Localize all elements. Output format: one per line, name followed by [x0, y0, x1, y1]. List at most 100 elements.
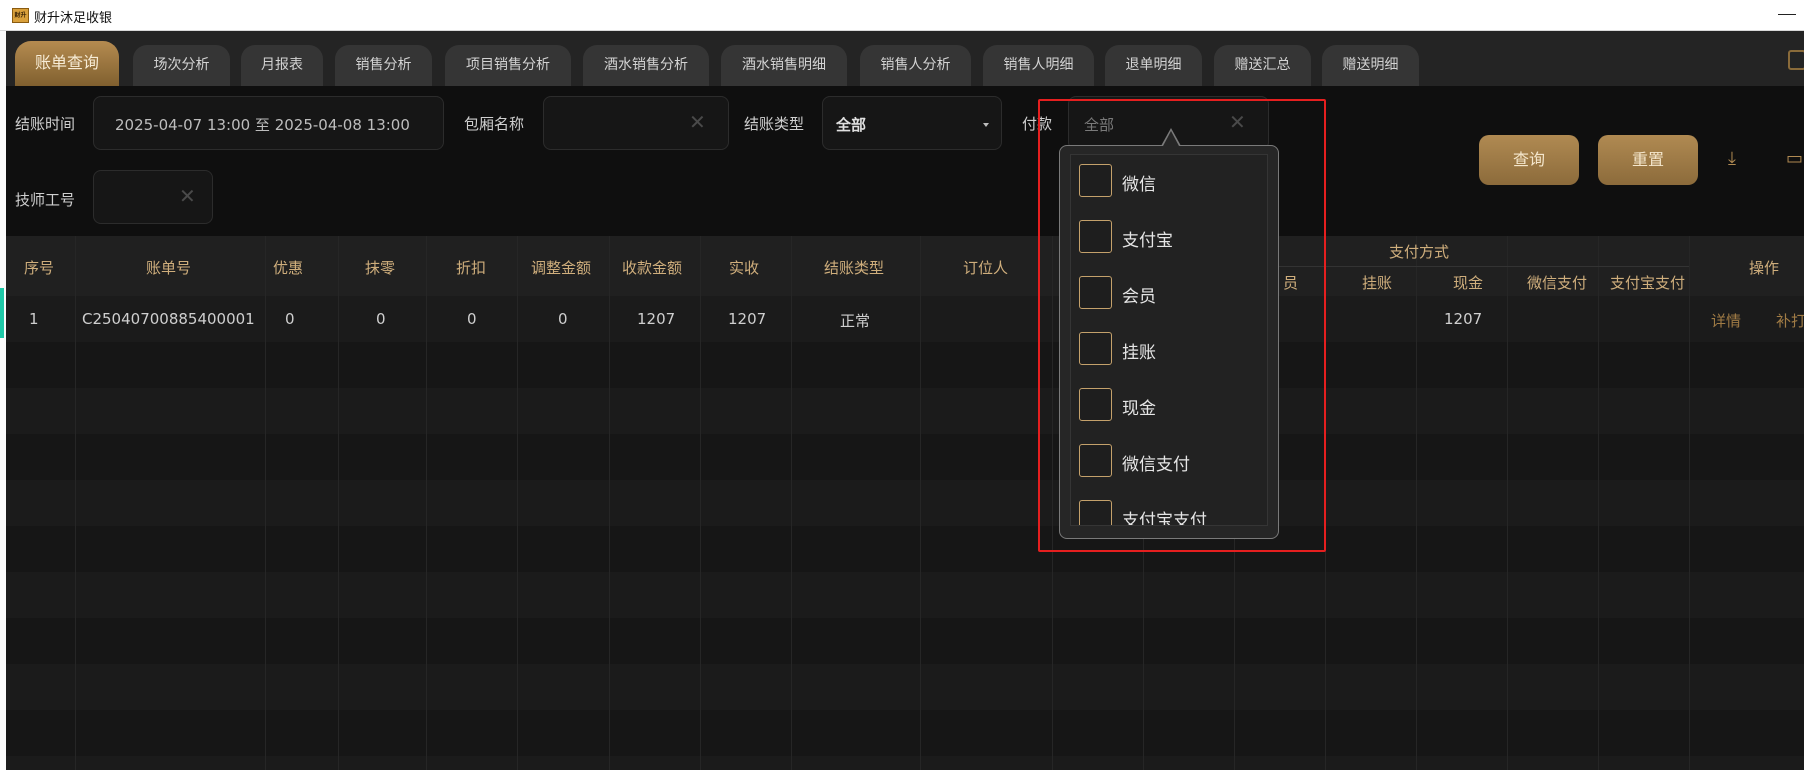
- header-credit: 挂账: [1362, 274, 1393, 292]
- room-name-label: 包厢名称: [464, 115, 525, 133]
- header-bill-no: 账单号: [146, 259, 192, 277]
- column-divider: [700, 236, 701, 770]
- table-row-empty: [6, 388, 1804, 434]
- checkout-time-range-value: 2025-04-07 13:00 至 2025-04-08 13:00: [115, 116, 410, 134]
- column-divider: [1689, 236, 1690, 770]
- clear-icon[interactable]: ✕: [179, 184, 196, 208]
- option-label: 支付宝: [1122, 231, 1173, 251]
- column-divider: [265, 236, 266, 770]
- tab-refund-detail[interactable]: 退单明细: [1105, 45, 1202, 86]
- column-divider: [791, 236, 792, 770]
- cell-discount-offer: 0: [285, 310, 295, 328]
- download-icon[interactable]: ⤓: [1728, 148, 1736, 169]
- column-divider: [75, 236, 76, 770]
- reprint-link[interactable]: 补打: [1776, 310, 1804, 331]
- checkbox[interactable]: [1079, 500, 1112, 525]
- tab-bill-query[interactable]: 账单查询: [15, 41, 119, 86]
- window-title: 财升沐足收银: [34, 11, 113, 26]
- checkbox[interactable]: [1079, 332, 1112, 365]
- header-wechat-pay: 微信支付: [1527, 274, 1588, 292]
- checkbox[interactable]: [1079, 164, 1112, 197]
- bill-table: 1 C25040700885400001 0 0 0 0 1207 1207 正…: [6, 236, 1804, 770]
- payment-option-list[interactable]: 微信 支付宝 会员 挂账 现金 微信支付 支付宝支付: [1070, 154, 1268, 526]
- calendar-icon[interactable]: [1788, 50, 1804, 70]
- cell-actual: 1207: [728, 310, 767, 328]
- payment-option-member[interactable]: 会员: [1079, 274, 1259, 310]
- checkout-type-label: 结账类型: [744, 115, 805, 133]
- header-actions: 操作: [1749, 259, 1780, 277]
- tab-seller-detail[interactable]: 销售人明细: [983, 45, 1094, 86]
- tab-session-analysis[interactable]: 场次分析: [133, 45, 230, 86]
- payment-dropdown: 微信 支付宝 会员 挂账 现金 微信支付 支付宝支付: [1059, 145, 1279, 539]
- print-icon[interactable]: ▭: [1786, 148, 1803, 169]
- option-label: 挂账: [1122, 343, 1156, 363]
- tab-drink-sales-analysis[interactable]: 酒水销售分析: [583, 45, 709, 86]
- tab-seller-analysis[interactable]: 销售人分析: [860, 45, 971, 86]
- table-row-empty: [6, 756, 1804, 770]
- option-label: 微信支付: [1122, 455, 1190, 475]
- table-row-empty: [6, 480, 1804, 526]
- clear-icon[interactable]: ✕: [689, 110, 706, 134]
- checkout-time-label: 结账时间: [15, 115, 76, 133]
- checkbox[interactable]: [1079, 388, 1112, 421]
- tab-gift-detail[interactable]: 赠送明细: [1322, 45, 1419, 86]
- payment-option-wechat[interactable]: 微信: [1079, 162, 1259, 198]
- table-row[interactable]: 1 C25040700885400001 0 0 0 0 1207 1207 正…: [6, 296, 1804, 342]
- option-label: 微信: [1122, 175, 1156, 195]
- tab-monthly-report[interactable]: 月报表: [241, 45, 323, 86]
- query-button[interactable]: 查询: [1479, 135, 1579, 185]
- cell-bill-no: C25040700885400001: [82, 310, 255, 328]
- header-alipay-pay: 支付宝支付: [1610, 274, 1686, 292]
- payment-option-cash[interactable]: 现金: [1079, 386, 1259, 422]
- technician-id-input[interactable]: ✕: [93, 170, 213, 224]
- option-label: 支付宝支付: [1122, 511, 1207, 526]
- tab-bar: 账单查询 场次分析 月报表 销售分析 项目销售分析 酒水销售分析 酒水销售明细 …: [6, 31, 1804, 86]
- filter-panel: 结账时间 2025-04-07 13:00 至 2025-04-08 13:00…: [6, 86, 1804, 236]
- header-discount-offer: 优惠: [273, 259, 304, 277]
- app-logo-icon: 财升: [12, 8, 29, 23]
- cell-cash: 1207: [1444, 310, 1483, 328]
- header-seq: 序号: [24, 259, 55, 277]
- dropdown-arrow-fill: [1163, 131, 1179, 146]
- column-divider: [1416, 236, 1417, 770]
- header-checkout-type: 结账类型: [824, 259, 885, 277]
- column-divider: [517, 236, 518, 770]
- table-row-empty: [6, 664, 1804, 710]
- option-label: 现金: [1122, 399, 1156, 419]
- tab-item-sales-analysis[interactable]: 项目销售分析: [445, 45, 571, 86]
- detail-link[interactable]: 详情: [1711, 310, 1741, 331]
- checkout-type-value: 全部: [836, 116, 867, 134]
- minimize-icon[interactable]: [1778, 14, 1796, 15]
- column-divider: [338, 236, 339, 770]
- table-row-empty: [6, 572, 1804, 618]
- payment-option-alipay[interactable]: 支付宝: [1079, 218, 1259, 254]
- reset-button[interactable]: 重置: [1598, 135, 1698, 185]
- checkbox[interactable]: [1079, 276, 1112, 309]
- column-divider: [1507, 236, 1508, 770]
- column-divider: [609, 236, 610, 770]
- payment-option-alipay-pay[interactable]: 支付宝支付: [1079, 498, 1259, 526]
- header-actual: 实收: [729, 259, 760, 277]
- cell-checkout-type: 正常: [840, 312, 871, 330]
- checkout-time-range-input[interactable]: 2025-04-07 13:00 至 2025-04-08 13:00: [93, 96, 444, 150]
- header-cash: 现金: [1453, 274, 1484, 292]
- window-titlebar: 财升 财升沐足收银: [0, 0, 1804, 31]
- technician-id-label: 技师工号: [15, 191, 76, 209]
- checkout-type-select[interactable]: 全部: [822, 96, 1002, 150]
- header-receivable: 收款金额: [622, 259, 683, 277]
- tab-drink-sales-detail[interactable]: 酒水销售明细: [721, 45, 847, 86]
- header-round-off: 抹零: [365, 259, 396, 277]
- payment-option-credit[interactable]: 挂账: [1079, 330, 1259, 366]
- cell-seq: 1: [29, 310, 39, 328]
- cell-receivable: 1207: [637, 310, 676, 328]
- checkbox[interactable]: [1079, 444, 1112, 477]
- column-divider: [920, 236, 921, 770]
- chevron-down-icon: [983, 123, 989, 127]
- tab-gift-summary[interactable]: 赠送汇总: [1214, 45, 1311, 86]
- header-booker: 订位人: [963, 259, 1009, 277]
- checkbox[interactable]: [1079, 220, 1112, 253]
- header-payment-method: 支付方式: [1389, 243, 1450, 261]
- payment-option-wechat-pay[interactable]: 微信支付: [1079, 442, 1259, 478]
- tab-sales-analysis[interactable]: 销售分析: [335, 45, 432, 86]
- room-name-input[interactable]: ✕: [543, 96, 729, 150]
